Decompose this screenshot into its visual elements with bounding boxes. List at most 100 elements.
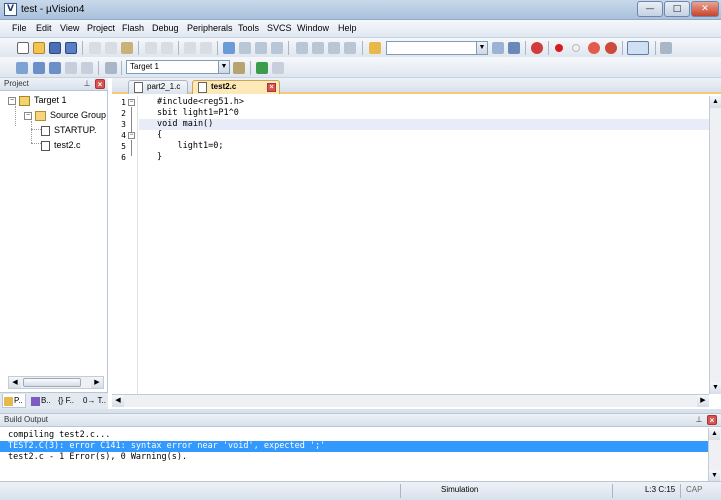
menu-svcs[interactable]: SVCS: [267, 23, 292, 33]
line-number: 2: [121, 109, 126, 118]
indent-icon[interactable]: [296, 42, 308, 54]
target-select[interactable]: Target 1 ▼: [126, 60, 230, 74]
output-line-error[interactable]: TEST2.C(3): error C141: syntax error nea…: [0, 441, 708, 452]
menu-tools[interactable]: Tools: [238, 23, 259, 33]
output-line[interactable]: test2.c - 1 Error(s), 0 Warning(s).: [0, 452, 708, 463]
unindent-icon[interactable]: [312, 42, 324, 54]
rebuild-icon[interactable]: [49, 62, 61, 74]
find-icon[interactable]: [492, 42, 504, 54]
uncomment-icon[interactable]: [344, 42, 356, 54]
scroll-up-icon[interactable]: ▲: [710, 96, 721, 108]
menu-edit[interactable]: Edit: [36, 23, 52, 33]
copy-icon[interactable]: [105, 42, 117, 54]
new-file-icon[interactable]: [17, 42, 29, 54]
code-editor[interactable]: #include<reg51.h> sbit light1=P1^0 void …: [139, 96, 709, 394]
menu-debug[interactable]: Debug: [152, 23, 179, 33]
tree-item-file[interactable]: test2.c: [4, 139, 104, 154]
window-layout-icon[interactable]: [627, 41, 649, 55]
cut-icon[interactable]: [89, 42, 101, 54]
tree-item-label: Source Group: [50, 110, 107, 120]
file-extensions-icon[interactable]: [272, 62, 284, 74]
close-button[interactable]: ✕: [691, 1, 719, 17]
maximize-button[interactable]: □: [664, 1, 690, 17]
menu-peripherals[interactable]: Peripherals: [187, 23, 233, 33]
configure-icon[interactable]: [660, 42, 672, 54]
collapse-icon[interactable]: −: [24, 112, 32, 120]
close-icon[interactable]: ×: [267, 83, 276, 92]
bookmark-next-icon[interactable]: [255, 42, 267, 54]
comment-icon[interactable]: [328, 42, 340, 54]
navigate-back-icon[interactable]: [184, 42, 196, 54]
find-combo[interactable]: ▼: [386, 41, 488, 55]
build-output-panel: Build Output ⊥ × compiling test2.c... TE…: [0, 413, 721, 482]
tree-item-target[interactable]: − Target 1: [4, 94, 104, 109]
status-cursor-position: L:3 C:15: [645, 485, 676, 494]
tab-part2-1-c[interactable]: part2_1.c: [128, 80, 188, 94]
scroll-left-icon[interactable]: ◀: [9, 377, 21, 388]
chevron-down-icon[interactable]: ▼: [476, 42, 487, 54]
scroll-down-icon[interactable]: ▼: [710, 382, 721, 394]
editor-vertical-scrollbar[interactable]: ▲ ▼: [709, 96, 721, 394]
scroll-up-icon[interactable]: ▲: [709, 428, 720, 440]
incremental-find-icon[interactable]: [508, 42, 520, 54]
bookmark-clear-icon[interactable]: [271, 42, 283, 54]
collapse-icon[interactable]: −: [8, 97, 16, 105]
bookmark-toggle-icon[interactable]: [223, 42, 235, 54]
download-icon[interactable]: [105, 62, 117, 74]
manage-components-icon[interactable]: [256, 62, 268, 74]
build-toolbar: Target 1 ▼: [0, 57, 721, 78]
navigate-forward-icon[interactable]: [200, 42, 212, 54]
breakpoint-kill-icon[interactable]: [588, 42, 600, 54]
output-vertical-scrollbar[interactable]: ▲ ▼: [708, 428, 721, 482]
tree-item-file[interactable]: STARTUP.: [4, 124, 104, 139]
bookmark-prev-icon[interactable]: [239, 42, 251, 54]
fold-marker-icon[interactable]: −: [128, 132, 135, 139]
menu-window[interactable]: Window: [297, 23, 329, 33]
chevron-down-icon[interactable]: ▼: [218, 61, 229, 73]
tab-project[interactable]: P..: [2, 394, 26, 408]
close-icon[interactable]: ×: [707, 415, 717, 425]
debug-session-icon[interactable]: [531, 42, 543, 54]
redo-icon[interactable]: [161, 42, 173, 54]
scroll-right-icon[interactable]: ▶: [91, 377, 103, 388]
undo-icon[interactable]: [145, 42, 157, 54]
save-icon[interactable]: [49, 42, 61, 54]
minimize-button[interactable]: —: [637, 1, 663, 17]
open-folder-icon[interactable]: [33, 42, 45, 54]
toolbar-separator: [288, 41, 289, 55]
close-icon[interactable]: ×: [95, 79, 105, 89]
tab-templates[interactable]: 0→ T..: [81, 394, 107, 408]
output-line[interactable]: compiling test2.c...: [0, 430, 708, 441]
menu-file[interactable]: File: [12, 23, 27, 33]
save-all-icon[interactable]: [65, 42, 77, 54]
menu-help[interactable]: Help: [338, 23, 357, 33]
batch-build-icon[interactable]: [65, 62, 77, 74]
project-panel-tabs: P.. B.. {} F.. 0→ T..: [0, 392, 108, 409]
translate-icon[interactable]: [16, 62, 28, 74]
scroll-thumb[interactable]: [23, 378, 81, 387]
find-in-files-icon[interactable]: [369, 42, 381, 54]
fold-guide: [131, 107, 132, 132]
menu-flash[interactable]: Flash: [122, 23, 144, 33]
build-icon[interactable]: [33, 62, 45, 74]
scroll-left-icon[interactable]: ◀: [112, 395, 124, 407]
pin-icon[interactable]: ⊥: [82, 79, 92, 89]
stop-build-icon[interactable]: [81, 62, 93, 74]
editor-horizontal-scrollbar[interactable]: ◀ ▶: [112, 394, 709, 407]
target-options-icon[interactable]: [233, 62, 245, 74]
pin-icon[interactable]: ⊥: [694, 415, 704, 425]
toolbar-separator: [178, 41, 179, 55]
tab-functions[interactable]: {} F..: [56, 394, 80, 408]
project-horizontal-scrollbar[interactable]: ◀ ▶: [8, 376, 104, 389]
menu-view[interactable]: View: [60, 23, 79, 33]
breakpoint-insert-icon[interactable]: [555, 44, 563, 52]
menu-project[interactable]: Project: [87, 23, 115, 33]
tree-item-group[interactable]: − Source Group: [4, 109, 107, 124]
paste-icon[interactable]: [121, 42, 133, 54]
breakpoint-disable-icon[interactable]: [572, 44, 580, 52]
tab-books[interactable]: B..: [30, 394, 54, 408]
scroll-right-icon[interactable]: ▶: [697, 395, 709, 407]
fold-marker-icon[interactable]: −: [128, 99, 135, 106]
breakpoint-kill-all-icon[interactable]: [605, 42, 617, 54]
tab-test2-c[interactable]: test2.c ×: [192, 80, 280, 94]
